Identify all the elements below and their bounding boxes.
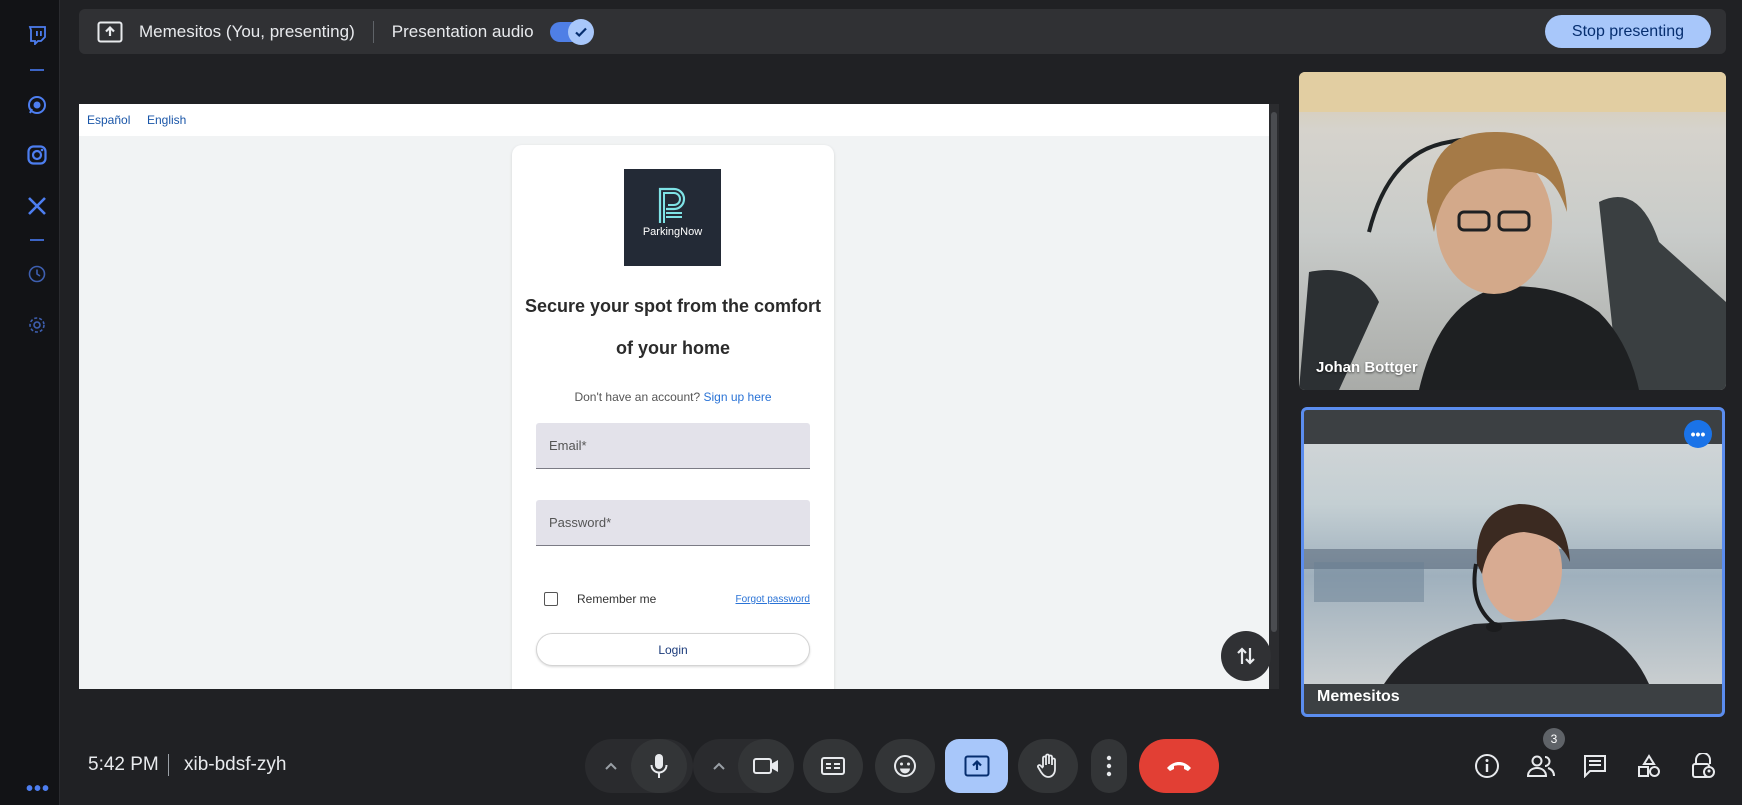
instagram-icon[interactable]: [26, 144, 48, 166]
presentation-audio-label: Presentation audio: [391, 21, 534, 41]
emoji-icon: [894, 755, 916, 777]
meeting-details-button[interactable]: [1471, 750, 1503, 782]
participant-video: [1299, 72, 1726, 390]
raise-hand-icon: [1037, 753, 1056, 778]
meeting-time: 5:42 PM: [88, 754, 159, 775]
whatsapp-icon[interactable]: [26, 94, 48, 116]
present-screen-icon: [97, 21, 123, 42]
participant-name: Memesitos: [1317, 688, 1400, 705]
microphone-icon: [650, 754, 668, 778]
shared-screen: Español English ParkingNow Secure your s…: [79, 104, 1269, 689]
language-bar: Español English: [79, 104, 1269, 136]
remember-me[interactable]: Remember me: [544, 592, 656, 606]
language-espanol-link[interactable]: Español: [87, 113, 130, 127]
presenting-bar: Memesitos (You, presenting) Presentation…: [79, 9, 1726, 54]
stop-presenting-button[interactable]: Stop presenting: [1544, 15, 1711, 48]
check-icon: [567, 18, 594, 45]
present-screen-icon: [964, 755, 989, 777]
password-field[interactable]: Password*: [536, 500, 810, 546]
camera-button[interactable]: [738, 739, 794, 793]
presenter-label: Memesitos (You, presenting): [139, 21, 355, 41]
more-options-button[interactable]: [1091, 739, 1127, 793]
closed-captions-icon: [821, 757, 845, 775]
activities-button[interactable]: [1633, 750, 1665, 782]
participant-count-badge: 3: [1543, 728, 1565, 750]
parkingnow-logo: ParkingNow: [624, 169, 721, 266]
video-options-caret[interactable]: [697, 739, 741, 793]
forgot-password-link[interactable]: Forgot password: [736, 594, 810, 605]
chat-icon: [1584, 755, 1606, 778]
twitch-icon[interactable]: [26, 24, 48, 46]
meeting-code: xib-bdsf-zyh: [184, 754, 287, 775]
chat-button[interactable]: [1579, 750, 1611, 782]
brand-name: ParkingNow: [642, 226, 703, 238]
audio-options-caret[interactable]: [589, 739, 633, 793]
swap-arrows-icon: [1237, 647, 1255, 665]
signup-link[interactable]: Sign up here: [704, 390, 772, 404]
history-icon[interactable]: [26, 263, 48, 285]
lock-person-icon: [1692, 753, 1715, 778]
x-icon[interactable]: [26, 195, 48, 217]
divider: [168, 754, 169, 776]
signup-prompt: Don't have an account?: [574, 390, 701, 404]
leave-call-button[interactable]: [1139, 739, 1219, 793]
parking-p-icon: [658, 187, 686, 223]
sidebar-divider: [30, 69, 44, 71]
sidebar-divider: [30, 239, 44, 241]
settings-icon[interactable]: [26, 314, 48, 336]
end-call-icon: [1167, 762, 1191, 771]
captions-button[interactable]: [803, 739, 863, 793]
login-card: ParkingNow Secure your spot from the com…: [512, 145, 834, 689]
scrollbar-thumb[interactable]: [1271, 112, 1277, 632]
present-now-button[interactable]: [945, 739, 1008, 793]
signup-row: Don't have an account? Sign up here: [512, 390, 834, 404]
participant-name: Johan Bottger: [1316, 359, 1418, 376]
more-options-icon[interactable]: •••: [1684, 420, 1712, 448]
host-controls-button[interactable]: [1687, 750, 1719, 782]
people-icon: [1527, 755, 1555, 777]
participant-tile-johan[interactable]: Johan Bottger: [1299, 72, 1726, 390]
chevron-up-icon: [605, 762, 617, 770]
camera-icon: [753, 758, 778, 774]
reactions-button[interactable]: [875, 739, 935, 793]
login-button[interactable]: Login: [536, 633, 810, 666]
divider: [372, 20, 374, 43]
activities-icon: [1638, 754, 1660, 777]
chevron-up-icon: [713, 762, 725, 770]
remember-label: Remember me: [577, 592, 657, 606]
more-icon[interactable]: •••: [26, 778, 50, 801]
login-headline: Secure your spot from the comfort of you…: [524, 296, 822, 358]
people-button[interactable]: [1525, 750, 1557, 782]
swap-layout-button[interactable]: [1221, 631, 1271, 681]
remember-checkbox[interactable]: [544, 592, 558, 606]
info-icon: [1475, 754, 1499, 778]
presentation-audio-toggle[interactable]: [549, 18, 594, 45]
self-video: [1304, 444, 1722, 684]
browser-sidebar: •••: [0, 0, 60, 805]
email-field[interactable]: Email*: [536, 423, 810, 469]
language-english-link[interactable]: English: [147, 113, 186, 127]
participant-video: [1304, 504, 1722, 684]
participant-tile-self[interactable]: ••• Memesitos: [1301, 407, 1725, 717]
raise-hand-button[interactable]: [1018, 739, 1078, 793]
microphone-button[interactable]: [631, 739, 687, 793]
more-vertical-icon: [1106, 755, 1112, 777]
shared-screen-scrollbar[interactable]: [1269, 104, 1279, 689]
